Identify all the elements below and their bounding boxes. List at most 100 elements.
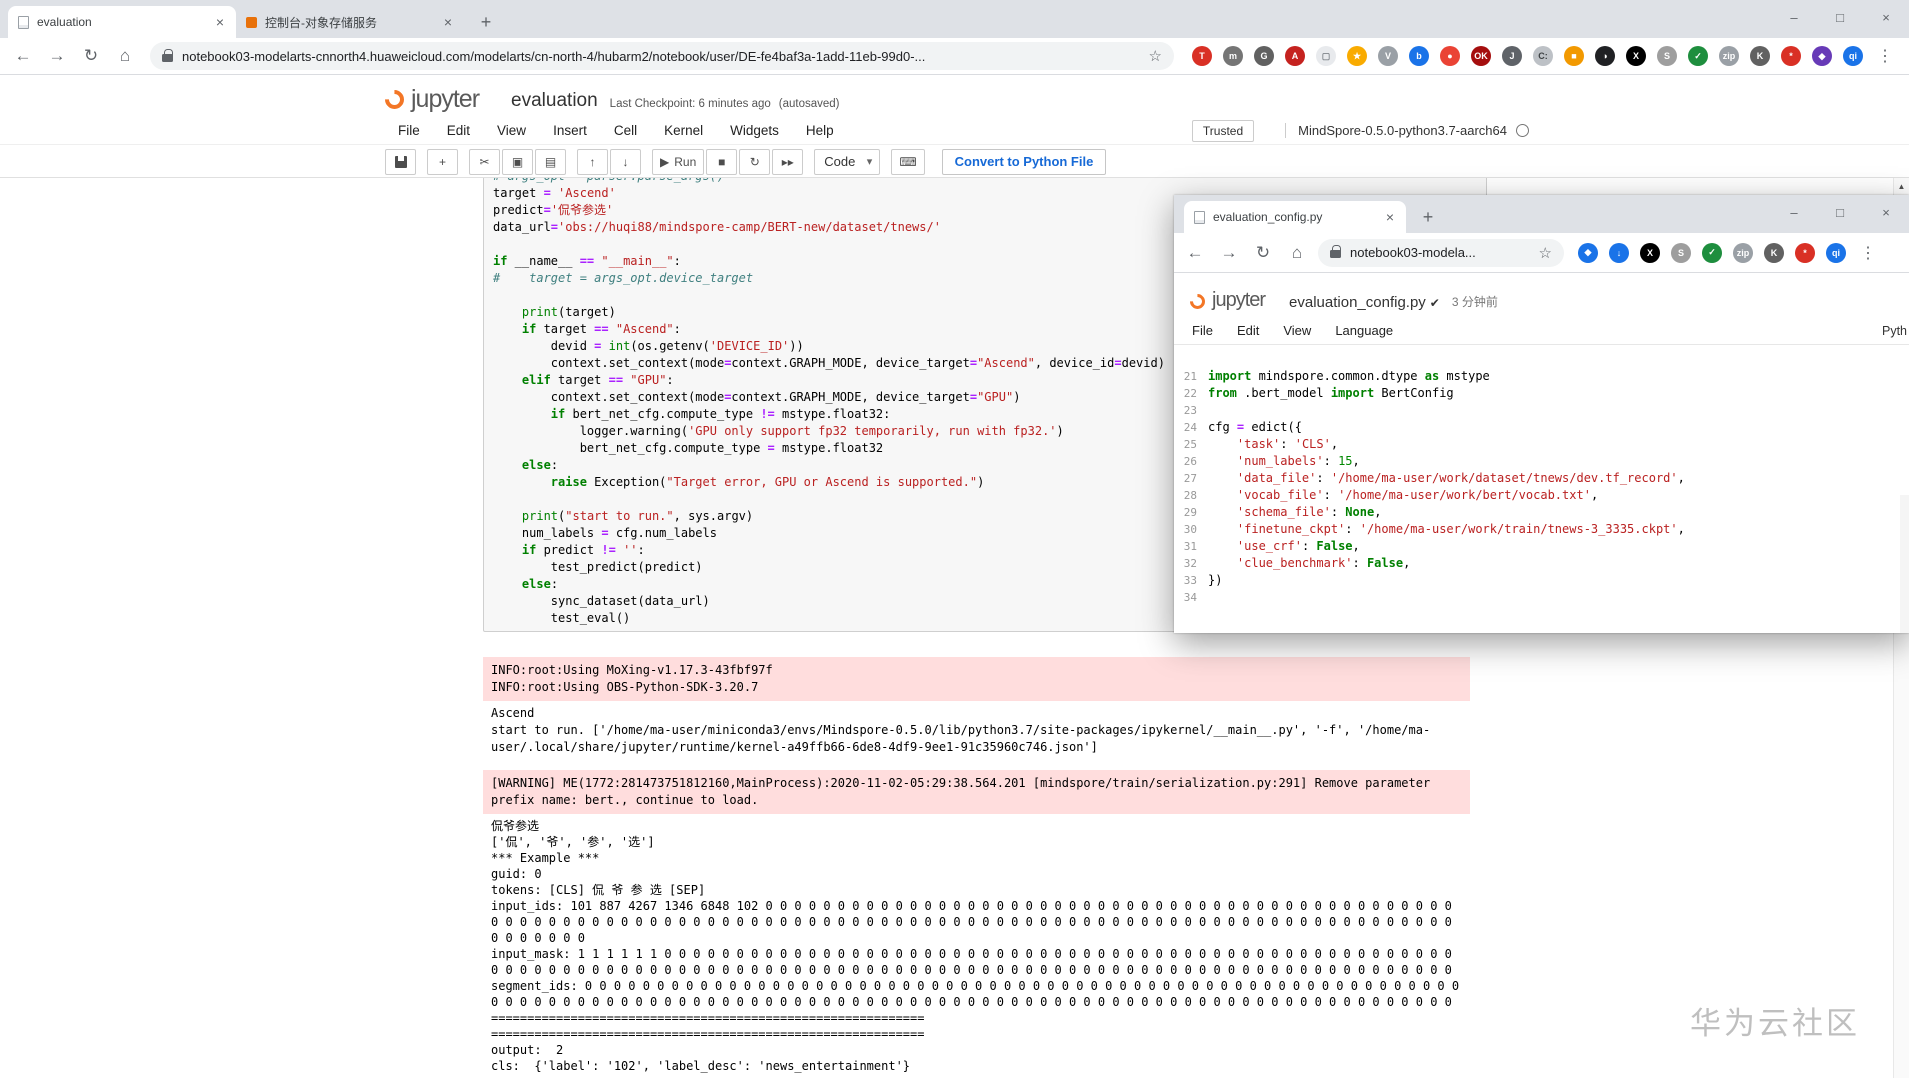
extension-icon[interactable]: zip <box>1719 46 1739 66</box>
address-bar[interactable]: notebook03-modelarts-cnnorth4.huaweiclou… <box>150 42 1174 70</box>
window-close-button[interactable]: × <box>1863 195 1909 229</box>
checkpoint-status: Last Checkpoint: 6 minutes ago <box>609 98 771 110</box>
save-button[interactable] <box>385 148 416 175</box>
editor-scrollbar[interactable] <box>1900 495 1909 633</box>
extension-icon[interactable]: * <box>1781 46 1801 66</box>
extension-icon[interactable]: ◆ <box>1812 46 1832 66</box>
window-maximize-button[interactable]: □ <box>1817 0 1863 34</box>
move-cell-down-button[interactable]: ↓ <box>610 148 641 175</box>
extension-icon[interactable]: K <box>1750 46 1770 66</box>
notebook-title[interactable]: evaluation <box>511 90 598 112</box>
extension-icon[interactable]: ★ <box>1347 46 1367 66</box>
browser-tab-obs-console[interactable]: 控制台-对象存储服务 × <box>236 6 464 38</box>
forward-button[interactable]: → <box>1212 238 1246 268</box>
home-button[interactable]: ⌂ <box>1280 238 1314 268</box>
back-button[interactable]: ← <box>6 41 40 71</box>
window-minimize-button[interactable]: – <box>1771 195 1817 229</box>
extension-icon[interactable]: X <box>1640 242 1660 263</box>
extension-icon[interactable]: V <box>1378 46 1398 66</box>
bookmark-star-icon[interactable]: ☆ <box>1149 47 1162 65</box>
extension-icon[interactable]: K <box>1764 242 1784 263</box>
browser-menu-icon[interactable]: ⋮ <box>1856 243 1880 263</box>
menu-file[interactable]: File <box>1192 323 1213 338</box>
extension-icon[interactable]: OK <box>1471 46 1491 66</box>
reload-button[interactable]: ↻ <box>74 41 108 71</box>
cut-cell-button[interactable]: ✂ <box>469 148 500 175</box>
kernel-idle-icon <box>1516 124 1529 137</box>
move-cell-up-button[interactable]: ↑ <box>577 148 608 175</box>
extension-icon[interactable]: ● <box>1440 46 1460 66</box>
copy-cell-button[interactable]: ▣ <box>502 148 533 175</box>
extension-icon[interactable]: ◆ <box>1578 242 1598 263</box>
insert-cell-button[interactable]: + <box>427 148 458 175</box>
extension-icon[interactable]: ■ <box>1564 46 1584 66</box>
jupyter-logo[interactable]: jupyter <box>1186 289 1266 313</box>
new-tab-button[interactable]: + <box>1414 203 1442 231</box>
back-button[interactable]: ← <box>1178 238 1212 268</box>
restart-kernel-button[interactable]: ↻ <box>739 148 771 175</box>
cell-type-select[interactable]: Code <box>814 148 881 175</box>
extension-icon[interactable]: ✓ <box>1702 242 1722 263</box>
menu-kernel[interactable]: Kernel <box>664 123 703 138</box>
extension-icon[interactable]: ▢ <box>1316 46 1336 66</box>
code-editor[interactable]: 21 import mindspore.common.dtype as mstyp… <box>1174 368 1909 606</box>
home-button[interactable]: ⌂ <box>108 41 142 71</box>
extension-icon[interactable]: b <box>1409 46 1429 66</box>
extension-icon[interactable]: * <box>1795 242 1815 263</box>
extension-icon[interactable]: J <box>1502 46 1522 66</box>
file-editor[interactable]: 21 import mindspore.common.dtype as mstyp… <box>1174 345 1909 633</box>
extension-icon[interactable]: ✓ <box>1688 46 1708 66</box>
menu-insert[interactable]: Insert <box>553 123 587 138</box>
extension-icon[interactable]: zip <box>1733 242 1753 263</box>
popup-menubar: File Edit View Language Pyth <box>1174 317 1909 345</box>
extension-icon[interactable]: ◑ <box>1595 46 1615 66</box>
tab-title: 控制台-对象存储服务 <box>265 15 377 30</box>
output-text: INFO:root:Using MoXing-v1.17.3-43fbf97f … <box>491 663 773 694</box>
window-maximize-button[interactable]: □ <box>1817 195 1863 229</box>
bookmark-star-icon[interactable]: ☆ <box>1539 244 1552 262</box>
extension-icon[interactable]: m <box>1223 46 1243 66</box>
extension-icon[interactable]: A <box>1285 46 1305 66</box>
extension-icon[interactable]: S <box>1657 46 1677 66</box>
menu-edit[interactable]: Edit <box>447 123 470 138</box>
tab-close-icon[interactable]: × <box>440 14 456 30</box>
menu-file[interactable]: File <box>398 123 420 138</box>
forward-button[interactable]: → <box>40 41 74 71</box>
menu-view[interactable]: View <box>1283 323 1311 338</box>
extension-icon[interactable]: G <box>1254 46 1274 66</box>
window-close-button[interactable]: × <box>1863 0 1909 34</box>
browser-menu-icon[interactable]: ⋮ <box>1873 46 1897 66</box>
jupyter-logo[interactable]: jupyter <box>381 85 480 114</box>
menu-edit[interactable]: Edit <box>1237 323 1259 338</box>
new-tab-button[interactable]: + <box>472 8 500 36</box>
menu-language[interactable]: Language <box>1335 323 1393 338</box>
extension-icon[interactable]: qi <box>1843 46 1863 66</box>
extension-icon[interactable]: qi <box>1826 242 1846 263</box>
menu-help[interactable]: Help <box>806 123 834 138</box>
https-lock-icon <box>1330 245 1341 258</box>
popup-tab-config[interactable]: evaluation_config.py × <box>1184 201 1406 233</box>
browser-tab-evaluation[interactable]: evaluation × <box>8 6 236 38</box>
restart-run-all-button[interactable]: ▸▸ <box>772 148 804 175</box>
menu-view[interactable]: View <box>497 123 526 138</box>
window-minimize-button[interactable]: – <box>1771 0 1817 34</box>
menu-widgets[interactable]: Widgets <box>730 123 779 138</box>
tab-close-icon[interactable]: × <box>1382 209 1398 225</box>
output-stderr-warning: [WARNING] ME(1772:281473751812160,MainPr… <box>483 770 1470 814</box>
interrupt-kernel-button[interactable]: ■ <box>706 148 738 175</box>
command-palette-button[interactable]: ⌨ <box>891 148 925 175</box>
menu-cell[interactable]: Cell <box>614 123 637 138</box>
paste-cell-button[interactable]: ▤ <box>535 148 566 175</box>
extension-icon[interactable]: X <box>1626 46 1646 66</box>
popup-address-bar[interactable]: notebook03-modela... ☆ <box>1318 238 1564 267</box>
extension-icon[interactable]: T <box>1192 46 1212 66</box>
file-title[interactable]: evaluation_config.py <box>1289 294 1426 311</box>
reload-button[interactable]: ↻ <box>1246 238 1280 268</box>
extension-icon[interactable]: S <box>1671 242 1691 263</box>
extension-icon[interactable]: C: <box>1533 46 1553 66</box>
scroll-up-icon[interactable]: ▲ <box>1894 178 1909 191</box>
convert-to-python-button[interactable]: Convert to Python File <box>941 148 1107 175</box>
run-cell-button[interactable]: ▶ Run <box>652 148 705 175</box>
tab-close-icon[interactable]: × <box>212 14 228 30</box>
extension-icon[interactable]: ↓ <box>1609 242 1629 263</box>
